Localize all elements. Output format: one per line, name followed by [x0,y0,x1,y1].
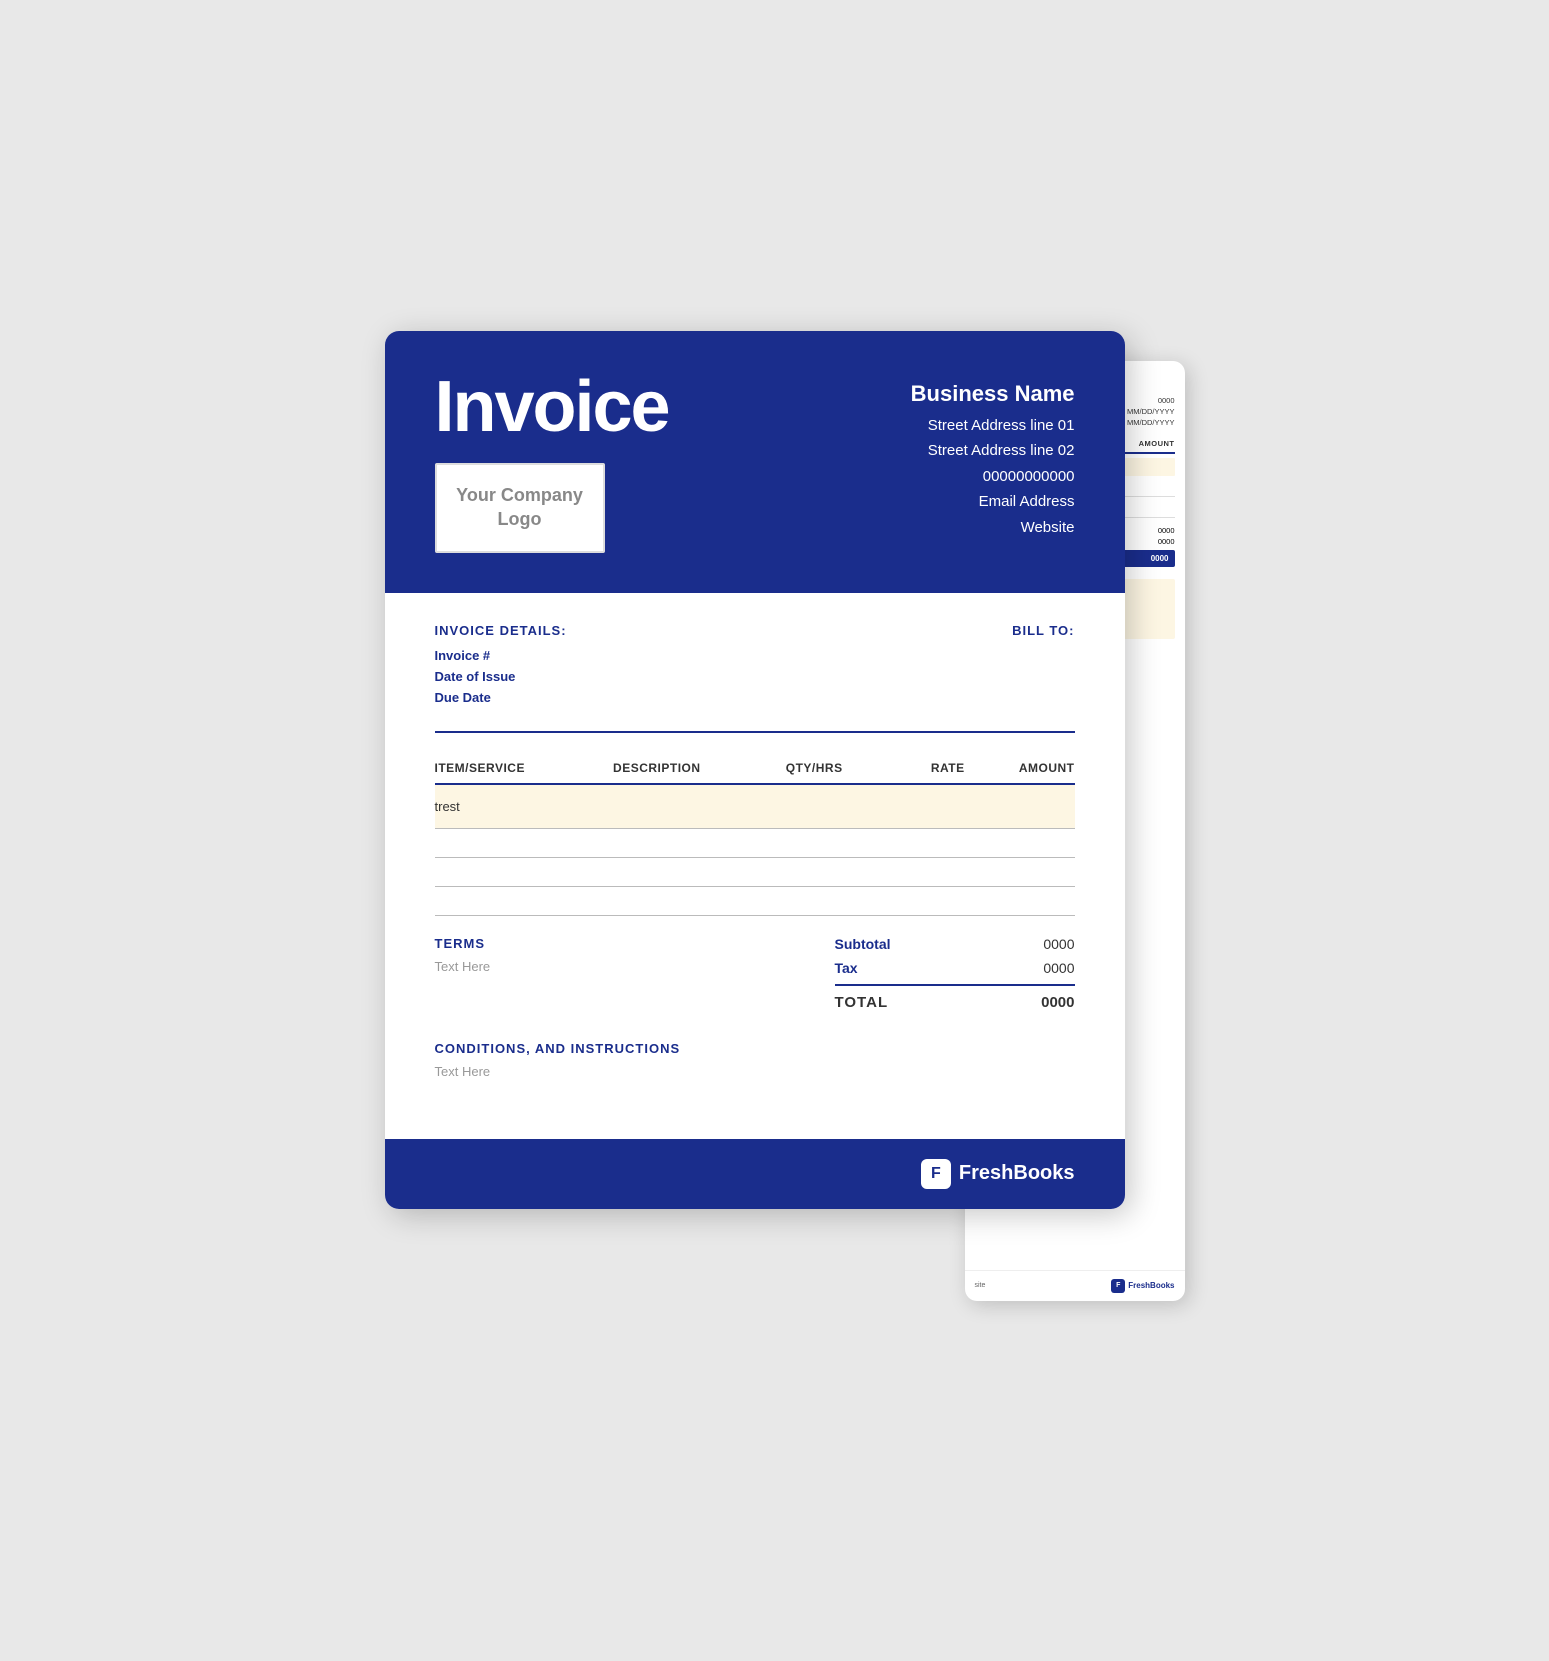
item-desc-3 [613,857,786,886]
item-rate-3 [898,857,965,886]
col-qty: QTY/HRS [786,753,898,784]
invoice-body: INVOICE DETAILS: Invoice # Date of Issue… [385,593,1125,1139]
back-website-label: site [975,1282,986,1289]
header-left: Invoice Your Company Logo [435,371,669,553]
terms-section: TERMS Text Here [435,936,835,974]
item-desc-4 [613,886,786,915]
freshbooks-name: FreshBooks [959,1162,1075,1185]
conditions-section: CONDITIONS, AND INSTRUCTIONS Text Here [435,1041,1075,1079]
logo-placeholder-text: Your Company Logo [437,484,603,531]
date-of-issue-label: Date of Issue [435,669,755,684]
phone: 00000000000 [911,464,1075,490]
subtotal-label: Subtotal [835,936,891,952]
terms-text: Text Here [435,959,795,974]
col-rate: RATE [898,753,965,784]
tax-row: Tax 0000 [835,960,1075,976]
tax-value: 0000 [1043,960,1074,976]
col-amount: AMOUNT [965,753,1075,784]
item-qty-3 [786,857,898,886]
bill-to-label: BILL TO: [755,623,1075,638]
back-freshbooks-logo: F FreshBooks [1111,1279,1174,1293]
total-value: 0000 [1041,994,1074,1011]
back-date-issue-value: MM/DD/YYYY [1127,407,1175,416]
back-fb-icon-letter: F [1116,1282,1120,1289]
col-description: DESCRIPTION [613,753,786,784]
fb-icon: F [921,1159,951,1189]
back-due-date-value: MM/DD/YYYY [1127,418,1175,427]
header-right: Business Name Street Address line 01 Str… [911,371,1075,541]
invoice-scene: INVOICE DETAILS: Invoice # 0000 Date of … [385,331,1165,1331]
back-fb-icon: F [1111,1279,1125,1293]
address-line2: Street Address line 02 [911,438,1075,464]
terms-label: TERMS [435,936,795,951]
item-desc-1 [613,784,786,829]
col-item-service: ITEM/SERVICE [435,753,614,784]
invoice-title: Invoice [435,371,669,443]
item-name-2 [435,828,614,857]
table-row: trest [435,784,1075,829]
table-header-row: ITEM/SERVICE DESCRIPTION QTY/HRS RATE AM… [435,753,1075,784]
email: Email Address [911,489,1075,515]
invoice-bottom-footer: F FreshBooks [385,1139,1125,1209]
freshbooks-logo: F FreshBooks [921,1159,1075,1189]
item-desc-2 [613,828,786,857]
item-rate-2 [898,828,965,857]
conditions-text: Text Here [435,1064,1075,1079]
due-date-label: Due Date [435,690,755,705]
subtotal-value: 0000 [1043,936,1074,952]
item-rate-1 [898,784,965,829]
item-amount-1 [965,784,1075,829]
totals-divider [835,984,1075,986]
back-subtotal-value: 0000 [1158,526,1175,535]
table-row [435,857,1075,886]
totals-section: Subtotal 0000 Tax 0000 TOTAL 0000 [835,936,1075,1011]
back-invoice-number-value: 0000 [1158,396,1175,405]
item-amount-2 [965,828,1075,857]
item-amount-3 [965,857,1075,886]
back-total-value: 0000 [1151,554,1169,563]
invoice-details-label: INVOICE DETAILS: [435,623,755,638]
details-row: INVOICE DETAILS: Invoice # Date of Issue… [435,623,1075,711]
logo-box: Your Company Logo [435,463,605,553]
total-label: TOTAL [835,994,889,1011]
conditions-label: CONDITIONS, AND INSTRUCTIONS [435,1041,1075,1056]
invoice-front: Invoice Your Company Logo Business Name … [385,331,1125,1209]
item-rate-4 [898,886,965,915]
tax-label: Tax [835,960,858,976]
item-amount-4 [965,886,1075,915]
details-right: BILL TO: [755,623,1075,638]
table-row [435,886,1075,915]
back-freshbooks-name: FreshBooks [1128,1281,1174,1290]
subtotal-row: Subtotal 0000 [835,936,1075,952]
back-tax-value: 0000 [1158,537,1175,546]
website: Website [911,515,1075,541]
item-name-3 [435,857,614,886]
item-name-4 [435,886,614,915]
invoice-number-label: Invoice # [435,648,755,663]
back-footer: site F FreshBooks [965,1270,1185,1301]
invoice-footer-content: TERMS Text Here Subtotal 0000 Tax 0000 T… [435,936,1075,1011]
items-table: ITEM/SERVICE DESCRIPTION QTY/HRS RATE AM… [435,753,1075,916]
details-divider [435,731,1075,733]
details-left: INVOICE DETAILS: Invoice # Date of Issue… [435,623,755,711]
address-line1: Street Address line 01 [911,413,1075,439]
fb-icon-letter: F [931,1165,941,1183]
table-row [435,828,1075,857]
back-amount-header: AMOUNT [1139,439,1175,448]
total-final-row: TOTAL 0000 [835,994,1075,1011]
business-name: Business Name [911,381,1075,407]
item-name-1: trest [435,784,614,829]
item-qty-2 [786,828,898,857]
item-qty-4 [786,886,898,915]
item-qty-1 [786,784,898,829]
invoice-header: Invoice Your Company Logo Business Name … [385,331,1125,593]
